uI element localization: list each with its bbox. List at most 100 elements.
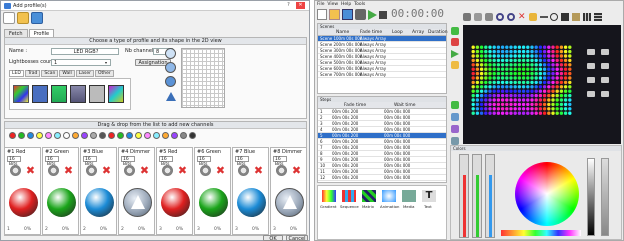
led-pixel[interactable] [492, 89, 496, 93]
led-pixel[interactable] [555, 54, 559, 58]
led-pixel[interactable] [534, 58, 538, 63]
led-pixel[interactable] [551, 107, 555, 111]
led-pixel[interactable] [492, 107, 496, 111]
led-pixel[interactable] [505, 85, 509, 89]
led-pixel[interactable] [484, 71, 488, 76]
led-pixel[interactable] [526, 76, 530, 80]
led-pixel[interactable] [530, 54, 534, 58]
led-pixel[interactable] [475, 89, 480, 93]
channel-card[interactable]: #3 Blue16 Bits ✖ 2 0% [80, 147, 117, 235]
led-pixel[interactable] [534, 63, 538, 67]
led-pixel[interactable] [479, 85, 484, 89]
led-pixel[interactable] [568, 58, 572, 63]
led-pixel[interactable] [475, 111, 480, 115]
led-pixel[interactable] [517, 76, 522, 80]
led-pixel[interactable] [513, 102, 517, 107]
blue-chip-icon[interactable] [27, 132, 34, 139]
led-pixel[interactable] [484, 111, 488, 115]
led-pixel[interactable] [513, 89, 517, 93]
led-pixel[interactable] [500, 89, 505, 93]
led-pixel[interactable] [488, 85, 492, 89]
gear-icon[interactable] [238, 165, 249, 176]
led-pixel[interactable] [500, 98, 505, 102]
led-pixel[interactable] [530, 93, 534, 98]
led-pixel[interactable] [509, 45, 513, 49]
led-pixel[interactable] [568, 85, 572, 89]
bits-select[interactable]: 16 Bits [235, 156, 249, 167]
led-pixel[interactable] [542, 63, 547, 67]
led-pixel[interactable] [538, 107, 543, 111]
led-pixel[interactable] [521, 58, 526, 63]
led-pixel[interactable] [492, 102, 496, 107]
led-pixel[interactable] [555, 107, 559, 111]
led-pixel[interactable] [479, 54, 484, 58]
led-pixel[interactable] [488, 80, 492, 85]
menu-file[interactable]: File [317, 2, 325, 7]
round-shape-icon[interactable] [165, 76, 176, 87]
led-pixel[interactable] [509, 111, 513, 115]
led-pixel[interactable] [547, 89, 551, 93]
led-pixel[interactable] [500, 111, 505, 115]
sequence-effect-icon[interactable] [342, 190, 356, 202]
led-pixel[interactable] [542, 49, 547, 54]
led-pixel[interactable] [563, 93, 568, 98]
led-pixel[interactable] [521, 93, 526, 98]
led-pixel[interactable] [559, 76, 564, 80]
led-pixel[interactable] [530, 58, 534, 63]
led-pixel[interactable] [530, 111, 534, 115]
led-pixel[interactable] [538, 93, 543, 98]
led-pixel[interactable] [505, 93, 509, 98]
menu-tools[interactable]: Tools [354, 2, 365, 7]
led-pixel[interactable] [526, 102, 530, 107]
led-pixel[interactable] [492, 98, 496, 102]
led-pixel[interactable] [479, 71, 484, 76]
led-pixel[interactable] [526, 45, 530, 49]
led-pixel[interactable] [530, 102, 534, 107]
led-pixel[interactable] [538, 58, 543, 63]
led-pixel[interactable] [563, 89, 568, 93]
led-pixel[interactable] [521, 49, 526, 54]
led-pixel[interactable] [484, 54, 488, 58]
led-pixel[interactable] [492, 111, 496, 115]
led-pixel[interactable] [538, 111, 543, 115]
led-pixel[interactable] [521, 107, 526, 111]
fixture-icon[interactable] [587, 91, 595, 97]
led-pixel[interactable] [484, 67, 488, 71]
led-pixel[interactable] [551, 102, 555, 107]
led-pixel[interactable] [542, 67, 547, 71]
led-pixel[interactable] [484, 98, 488, 102]
led-pixel[interactable] [484, 107, 488, 111]
led-pixel[interactable] [475, 76, 480, 80]
edit-step-icon[interactable] [451, 113, 459, 121]
green2-chip-icon[interactable] [117, 132, 124, 139]
led-pixel[interactable] [530, 98, 534, 102]
led-pixel[interactable] [475, 71, 480, 76]
white-slider[interactable] [601, 158, 609, 236]
led-pixel[interactable] [555, 58, 559, 63]
led-pixel[interactable] [471, 89, 475, 93]
led-pixel[interactable] [505, 98, 509, 102]
led-pixel[interactable] [471, 93, 475, 98]
led-pixel[interactable] [551, 54, 555, 58]
gray-chip-icon[interactable] [180, 132, 187, 139]
led-pixel[interactable] [488, 49, 492, 54]
led-pixel[interactable] [559, 93, 564, 98]
gear-icon[interactable] [276, 165, 287, 176]
led-pixel[interactable] [559, 49, 564, 54]
yellow2-chip-icon[interactable] [135, 132, 142, 139]
new-show-icon[interactable] [317, 9, 327, 20]
led-pixel[interactable] [475, 80, 480, 85]
led-pixel[interactable] [475, 63, 480, 67]
led-pixel[interactable] [568, 107, 572, 111]
led-pixel[interactable] [513, 76, 517, 80]
led-pixel[interactable] [517, 89, 522, 93]
led-pixel[interactable] [492, 93, 496, 98]
led-pixel[interactable] [526, 107, 530, 111]
led-pixel[interactable] [496, 76, 501, 80]
led-pixel[interactable] [568, 45, 572, 49]
led-pixel[interactable] [559, 58, 564, 63]
remove-channel-icon[interactable]: ✖ [215, 165, 226, 176]
led-pixel[interactable] [479, 76, 484, 80]
gear-icon[interactable] [48, 165, 59, 176]
led-pixel[interactable] [538, 76, 543, 80]
